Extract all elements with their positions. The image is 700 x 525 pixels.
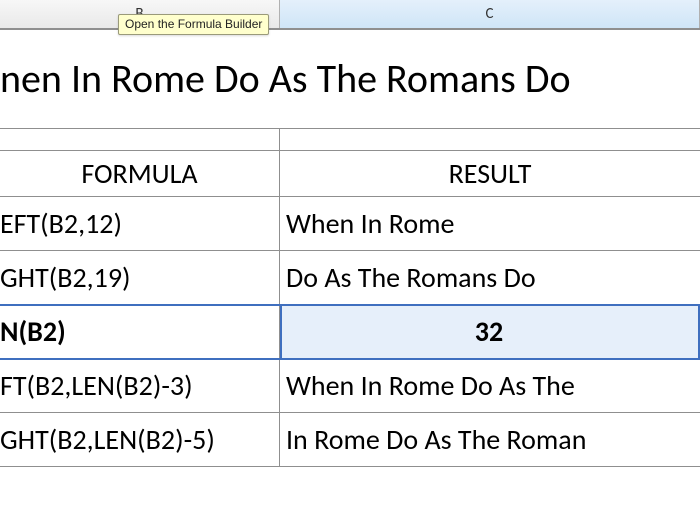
cell-C8-result[interactable]: When In Rome Do As The [280, 359, 700, 412]
cell-C5-result[interactable]: When In Rome [280, 197, 700, 250]
cell-B7-formula[interactable]: N(B2) [0, 305, 280, 358]
cell-B2-title[interactable]: nen In Rome Do As The Romans Do [0, 28, 700, 128]
header-formula[interactable]: FORMULA [0, 151, 280, 196]
cell-C9-result[interactable]: In Rome Do As The Roman [280, 413, 700, 466]
cell-C7-result[interactable]: 32 [280, 305, 700, 358]
cell-C3[interactable] [280, 129, 700, 150]
header-result[interactable]: RESULT [280, 151, 700, 196]
column-header-C[interactable]: C [280, 0, 700, 28]
spreadsheet-grid[interactable]: nen In Rome Do As The Romans Do FORMULA … [0, 28, 700, 525]
cell-B6-formula[interactable]: GHT(B2,19) [0, 251, 280, 304]
cell-B9-formula[interactable]: GHT(B2,LEN(B2)-5) [0, 413, 280, 466]
cell-B5-formula[interactable]: EFT(B2,12) [0, 197, 280, 250]
cell-C6-result[interactable]: Do As The Romans Do [280, 251, 700, 304]
column-header-bar: B C [0, 0, 700, 30]
cell-B3[interactable] [0, 129, 280, 150]
cell-B8-formula[interactable]: FT(B2,LEN(B2)-3) [0, 359, 280, 412]
